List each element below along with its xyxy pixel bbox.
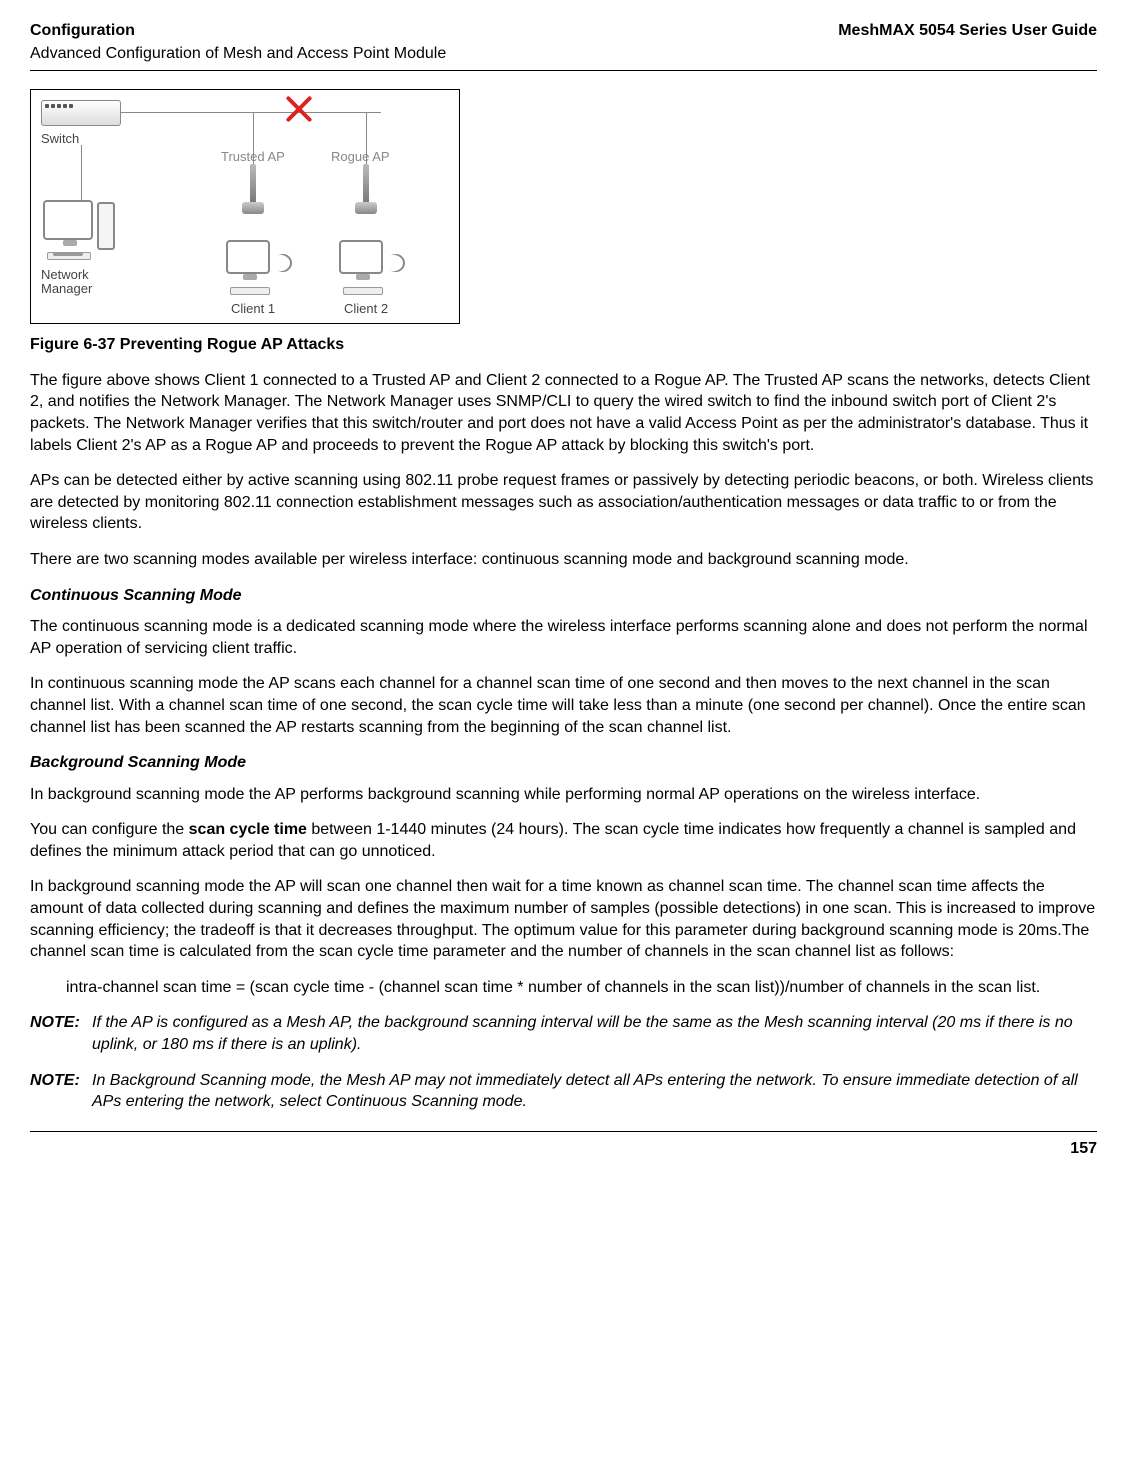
note-label: NOTE: bbox=[30, 1070, 92, 1113]
rogue-ap-icon bbox=[351, 164, 381, 224]
trusted-ap-icon bbox=[238, 164, 268, 224]
wifi-icon bbox=[383, 250, 408, 275]
rogue-ap-diagram: Switch Trusted AP Rogue AP Network Manag… bbox=[30, 89, 460, 324]
note-text: If the AP is configured as a Mesh AP, th… bbox=[92, 1012, 1097, 1055]
header-subsection: Advanced Configuration of Mesh and Acces… bbox=[30, 43, 446, 65]
paragraph: In continuous scanning mode the AP scans… bbox=[30, 673, 1097, 738]
page-number: 157 bbox=[30, 1138, 1097, 1160]
paragraph: There are two scanning modes available p… bbox=[30, 549, 1097, 571]
rogue-ap-label: Rogue AP bbox=[331, 148, 390, 166]
scan-cycle-time-term: scan cycle time bbox=[189, 821, 307, 838]
paragraph: APs can be detected either by active sca… bbox=[30, 470, 1097, 535]
background-scanning-heading: Background Scanning Mode bbox=[30, 752, 1097, 774]
formula: intra-channel scan time = (scan cycle ti… bbox=[66, 977, 1097, 999]
trusted-ap-label: Trusted AP bbox=[221, 148, 285, 166]
paragraph: In background scanning mode the AP will … bbox=[30, 876, 1097, 962]
page-header: Configuration Advanced Configuration of … bbox=[30, 20, 1097, 64]
paragraph: You can configure the scan cycle time be… bbox=[30, 819, 1097, 862]
text: You can configure the bbox=[30, 821, 189, 838]
note: NOTE: In Background Scanning mode, the M… bbox=[30, 1070, 1097, 1113]
note-text: In Background Scanning mode, the Mesh AP… bbox=[92, 1070, 1097, 1113]
footer-rule bbox=[30, 1131, 1097, 1132]
header-left: Configuration Advanced Configuration of … bbox=[30, 20, 446, 64]
paragraph: The figure above shows Client 1 connecte… bbox=[30, 370, 1097, 456]
switch-ports-icon bbox=[45, 104, 73, 108]
client1-icon bbox=[226, 240, 286, 295]
wifi-icon bbox=[270, 250, 295, 275]
wire-to-network-manager bbox=[81, 145, 82, 200]
note-label: NOTE: bbox=[30, 1012, 92, 1055]
client2-label: Client 2 bbox=[344, 300, 388, 318]
client1-label: Client 1 bbox=[231, 300, 275, 318]
client2-icon bbox=[339, 240, 399, 295]
figure-caption: Figure 6-37 Preventing Rogue AP Attacks bbox=[30, 334, 1097, 356]
network-manager-label: Network Manager bbox=[41, 268, 92, 297]
paragraph: The continuous scanning mode is a dedica… bbox=[30, 616, 1097, 659]
header-guide-title: MeshMAX 5054 Series User Guide bbox=[838, 20, 1097, 42]
header-section: Configuration bbox=[30, 20, 446, 42]
header-rule bbox=[30, 70, 1097, 71]
network-manager-icon bbox=[43, 200, 113, 260]
blocked-connection-icon bbox=[283, 94, 313, 124]
wire-horizontal bbox=[121, 112, 381, 113]
note: NOTE: If the AP is configured as a Mesh … bbox=[30, 1012, 1097, 1055]
continuous-scanning-heading: Continuous Scanning Mode bbox=[30, 585, 1097, 607]
paragraph: In background scanning mode the AP perfo… bbox=[30, 784, 1097, 806]
nm-label-line2: Manager bbox=[41, 281, 92, 296]
nm-label-line1: Network bbox=[41, 267, 89, 282]
switch-label: Switch bbox=[41, 130, 79, 148]
